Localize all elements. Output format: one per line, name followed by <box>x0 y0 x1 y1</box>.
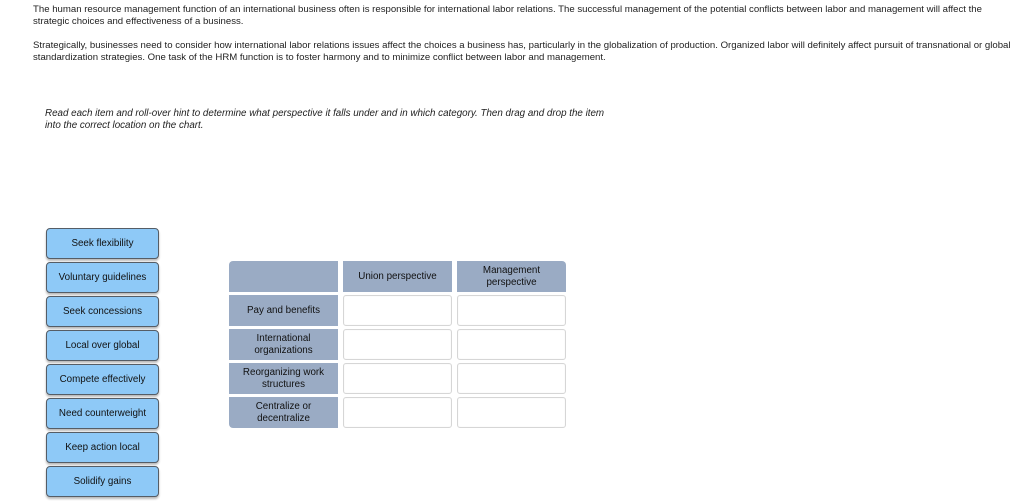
intro-paragraph-1: The human resource management function o… <box>33 4 982 27</box>
chart-corner-header <box>229 261 338 292</box>
drop-zone-intl-orgs-union[interactable] <box>343 329 452 360</box>
drop-zone-reorganizing-union[interactable] <box>343 363 452 394</box>
draggable-item-need-counterweight[interactable]: Need counterweight <box>46 398 159 429</box>
column-header-union: Union perspective <box>343 261 452 292</box>
draggable-item-solidify-gains[interactable]: Solidify gains <box>46 466 159 497</box>
draggable-item-seek-flexibility[interactable]: Seek flexibility <box>46 228 159 259</box>
drop-zone-pay-management[interactable] <box>457 295 566 326</box>
drop-zone-centralize-union[interactable] <box>343 397 452 428</box>
intro-text: The human resource management function o… <box>33 4 1018 76</box>
draggable-item-seek-concessions[interactable]: Seek concessions <box>46 296 159 327</box>
draggable-item-local-over-global[interactable]: Local over global <box>46 330 159 361</box>
row-header-international-organizations: International organizations <box>229 329 338 360</box>
row-header-reorganizing-work-structures: Reorganizing work structures <box>229 363 338 394</box>
drop-zone-pay-union[interactable] <box>343 295 452 326</box>
instructions-text: Read each item and roll-over hint to det… <box>45 108 605 131</box>
draggable-item-compete-effectively[interactable]: Compete effectively <box>46 364 159 395</box>
draggable-items-list: Seek flexibility Voluntary guidelines Se… <box>46 228 159 500</box>
drop-zone-reorganizing-management[interactable] <box>457 363 566 394</box>
row-header-pay-and-benefits: Pay and benefits <box>229 295 338 326</box>
column-header-management: Management perspective <box>457 261 566 292</box>
drop-zone-intl-orgs-management[interactable] <box>457 329 566 360</box>
drop-zone-centralize-management[interactable] <box>457 397 566 428</box>
row-header-centralize-or-decentralize: Centralize or decentralize <box>229 397 338 428</box>
intro-paragraph-2: Strategically, businesses need to consid… <box>33 40 1011 63</box>
draggable-item-voluntary-guidelines[interactable]: Voluntary guidelines <box>46 262 159 293</box>
draggable-item-keep-action-local[interactable]: Keep action local <box>46 432 159 463</box>
perspective-chart: Union perspective Management perspective… <box>229 261 566 428</box>
